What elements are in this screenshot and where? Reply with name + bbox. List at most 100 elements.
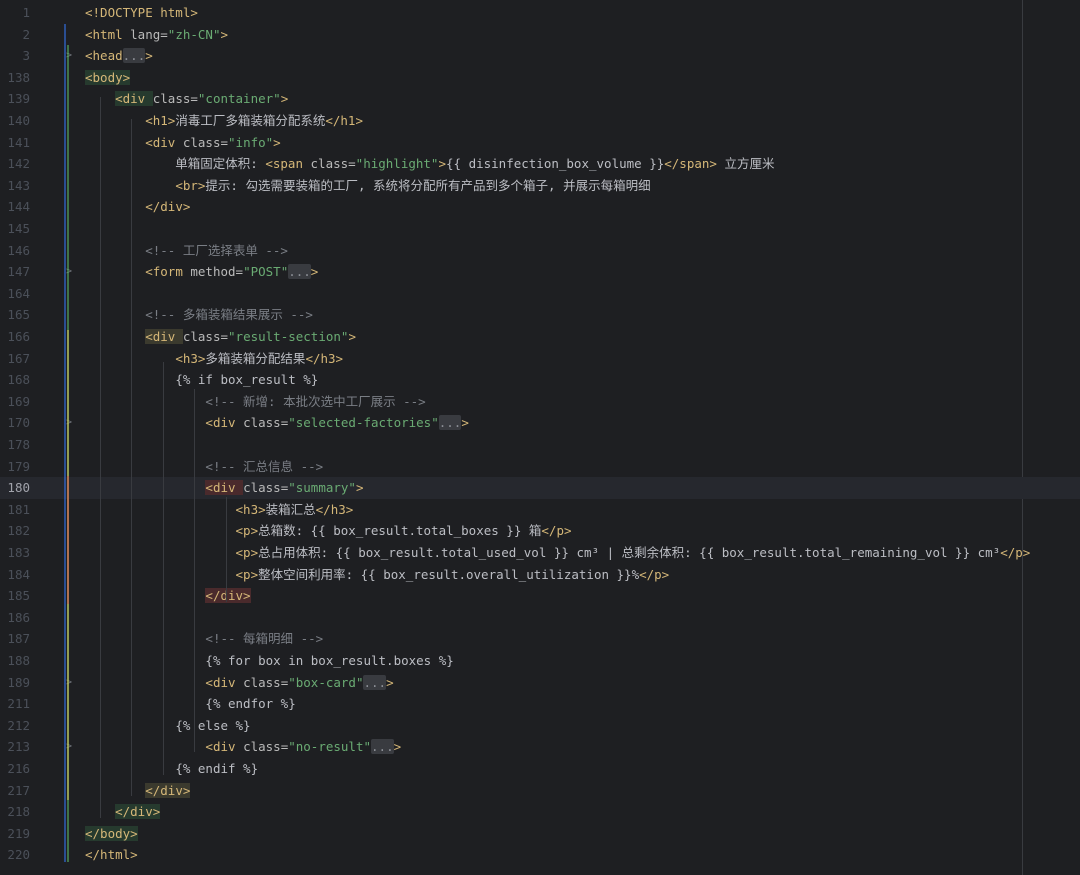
code-line[interactable]: 3 > <head...>: [0, 45, 1080, 67]
code-token: {% for box in box_result.boxes %}: [205, 653, 454, 668]
code-line[interactable]: 217 </div>: [0, 780, 1080, 802]
code-line[interactable]: 142 单箱固定体积: <span class="highlight">{{ d…: [0, 153, 1080, 175]
code-token: >: [273, 134, 281, 150]
code-line[interactable]: 169 <!-- 新增: 本批次选中工厂展示 -->: [0, 391, 1080, 413]
code-line[interactable]: 143 <br>提示: 勾选需要装箱的工厂, 系统将分配所有产品到多个箱子, 并…: [0, 175, 1080, 197]
folded-region-placeholder[interactable]: ...: [371, 739, 394, 755]
code-line[interactable]: 188 {% for box in box_result.boxes %}: [0, 650, 1080, 672]
code-token: >: [438, 156, 446, 172]
code-line[interactable]: 179 <!-- 汇总信息 -->: [0, 456, 1080, 478]
folded-region-placeholder[interactable]: ...: [438, 415, 462, 431]
code-text[interactable]: <!-- 汇总信息 -->: [85, 456, 323, 478]
code-text[interactable]: <h3>多箱装箱分配结果</h3>: [85, 348, 343, 370]
code-text[interactable]: {% if box_result %}: [85, 369, 318, 391]
folded-region-placeholder[interactable]: ...: [288, 264, 311, 280]
code-line[interactable]: 182 <p>总箱数: {{ box_result.total_boxes }}…: [0, 520, 1080, 542]
code-text[interactable]: <!-- 工厂选择表单 -->: [85, 240, 288, 262]
code-token: 装箱汇总: [265, 501, 316, 517]
code-editor[interactable]: 1 <!DOCTYPE html> 2 <html lang="zh-CN"> 3 > <h…: [0, 0, 1080, 875]
code-text[interactable]: <h3>装箱汇总</h3>: [85, 499, 354, 521]
code-text[interactable]: <form method="POST"...>: [85, 261, 318, 283]
code-text[interactable]: </div>: [85, 801, 161, 823]
code-token: <div: [205, 674, 244, 690]
code-line[interactable]: 164: [0, 283, 1080, 305]
code-text[interactable]: {% endif %}: [85, 758, 258, 780]
code-line[interactable]: 187 <!-- 每箱明细 -->: [0, 628, 1080, 650]
code-text[interactable]: <div class="info">: [85, 132, 281, 154]
code-line[interactable]: 211 {% endfor %}: [0, 693, 1080, 715]
line-number: 166: [7, 329, 30, 344]
folded-region-placeholder[interactable]: ...: [122, 48, 146, 64]
code-text[interactable]: <div class="container">: [85, 88, 288, 110]
code-text[interactable]: <div class="no-result"...>: [85, 736, 401, 758]
code-line[interactable]: 145: [0, 218, 1080, 240]
line-number: 180: [7, 480, 30, 496]
line-number: 168: [7, 372, 30, 388]
code-line[interactable]: 165 <!-- 多箱装箱结果展示 -->: [0, 304, 1080, 326]
code-text[interactable]: <body>: [85, 67, 131, 89]
code-text[interactable]: <!DOCTYPE html>: [85, 2, 198, 24]
code-line[interactable]: 180 <div class="summary">: [0, 477, 1080, 499]
code-line[interactable]: 212 {% else %}: [0, 715, 1080, 737]
code-line[interactable]: 140 <h1>消毒工厂多箱装箱分配系统</h1>: [0, 110, 1080, 132]
code-text[interactable]: {% else %}: [85, 715, 250, 737]
code-line[interactable]: 216 {% endif %}: [0, 758, 1080, 780]
code-text[interactable]: <div class="summary">: [85, 477, 363, 499]
code-line[interactable]: 218 </div>: [0, 801, 1080, 823]
code-token: <h1>: [145, 113, 176, 128]
code-text[interactable]: <head...>: [85, 45, 153, 67]
code-token: "highlight": [355, 156, 439, 172]
folded-region-placeholder[interactable]: ...: [363, 674, 387, 690]
code-token: "selected-factories": [288, 415, 439, 431]
indent-guide: [131, 119, 132, 796]
code-line[interactable]: 166 <div class="result-section">: [0, 326, 1080, 348]
code-line[interactable]: 144 </div>: [0, 196, 1080, 218]
code-line[interactable]: 185 </div>: [0, 585, 1080, 607]
code-text[interactable]: </html>: [85, 844, 138, 866]
code-text[interactable]: </body>: [85, 823, 138, 845]
code-line[interactable]: 189 > <div class="box-card"...>: [0, 672, 1080, 694]
code-line[interactable]: 146 <!-- 工厂选择表单 -->: [0, 240, 1080, 262]
code-line[interactable]: 181 <h3>装箱汇总</h3>: [0, 499, 1080, 521]
line-number: 179: [7, 458, 30, 474]
code-text[interactable]: <!-- 多箱装箱结果展示 -->: [85, 304, 313, 326]
code-line[interactable]: 167 <h3>多箱装箱分配结果</h3>: [0, 348, 1080, 370]
code-text[interactable]: <!-- 新增: 本批次选中工厂展示 -->: [85, 391, 425, 413]
line-number: 219: [7, 825, 30, 841]
code-line[interactable]: 141 <div class="info">: [0, 132, 1080, 154]
code-line[interactable]: 138 <body>: [0, 67, 1080, 89]
line-number: 142: [7, 156, 30, 172]
code-line[interactable]: 219 </body>: [0, 823, 1080, 845]
code-text[interactable]: {% for box in box_result.boxes %}: [85, 650, 454, 672]
code-token: class=: [182, 134, 229, 150]
code-line[interactable]: 184 <p>整体空间利用率: {{ box_result.overall_ut…: [0, 564, 1080, 586]
code-line[interactable]: 178: [0, 434, 1080, 456]
code-line[interactable]: 168 {% if box_result %}: [0, 369, 1080, 391]
code-token: {% if box_result %}: [175, 372, 319, 388]
code-text[interactable]: <h1>消毒工厂多箱装箱分配系统</h1>: [85, 110, 363, 132]
code-text[interactable]: <br>提示: 勾选需要装箱的工厂, 系统将分配所有产品到多个箱子, 并展示每箱…: [85, 175, 650, 197]
code-token: 消毒工厂多箱装箱分配系统: [175, 113, 326, 128]
code-token: <form: [145, 264, 191, 280]
code-token: 总占用体积: {{ box_result.total_used_vol }} c…: [258, 545, 1001, 560]
code-text[interactable]: 单箱固定体积: <span class="highlight">{{ disin…: [85, 153, 774, 175]
code-line[interactable]: 170 > <div class="selected-factories"...>: [0, 412, 1080, 434]
code-text[interactable]: <p>总箱数: {{ box_result.total_boxes }} 箱</…: [85, 520, 572, 542]
code-line[interactable]: 213 > <div class="no-result"...>: [0, 736, 1080, 758]
code-line[interactable]: 183 <p>总占用体积: {{ box_result.total_used_v…: [0, 542, 1080, 564]
code-text[interactable]: <p>整体空间利用率: {{ box_result.overall_utiliz…: [85, 564, 670, 586]
code-line[interactable]: 1 <!DOCTYPE html>: [0, 2, 1080, 24]
code-text[interactable]: <div class="result-section">: [85, 326, 356, 348]
line-number: 186: [7, 609, 30, 625]
code-line[interactable]: 147 > <form method="POST"...>: [0, 261, 1080, 283]
code-line[interactable]: 139 <div class="container">: [0, 88, 1080, 110]
code-text[interactable]: <html lang="zh-CN">: [85, 24, 228, 46]
code-token: <!DOCTYPE html>: [85, 5, 198, 20]
line-number: 189: [7, 674, 30, 690]
code-text[interactable]: <!-- 每箱明细 -->: [85, 628, 323, 650]
code-line[interactable]: 2 <html lang="zh-CN">: [0, 24, 1080, 46]
code-text[interactable]: {% endfor %}: [85, 693, 295, 715]
code-text[interactable]: <div class="selected-factories"...>: [85, 412, 469, 434]
code-line[interactable]: 186: [0, 607, 1080, 629]
code-line[interactable]: 220 </html>: [0, 844, 1080, 866]
